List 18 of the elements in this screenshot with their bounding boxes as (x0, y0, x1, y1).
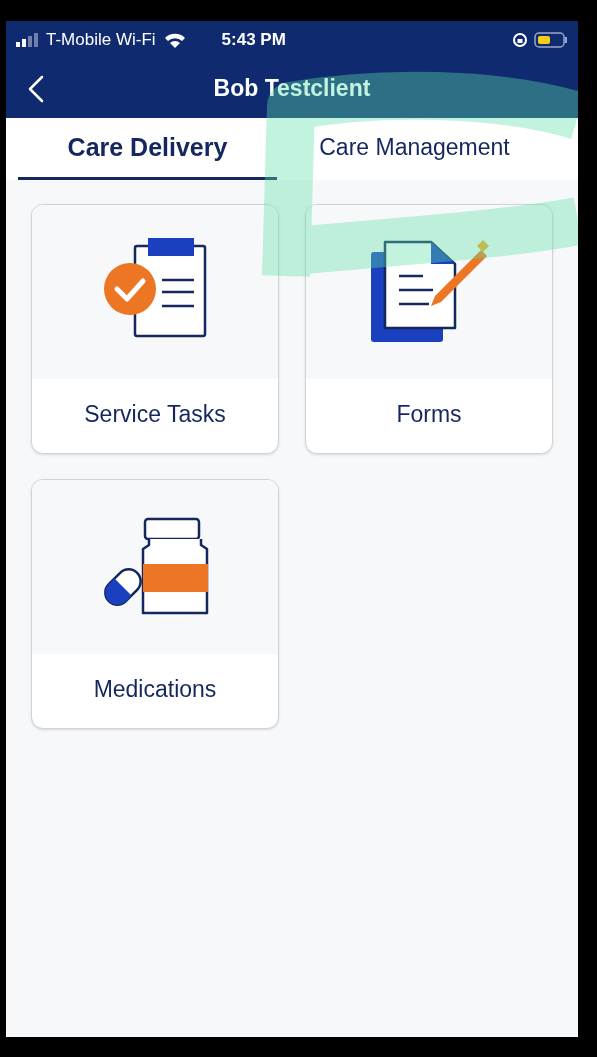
pill-bottle-icon (101, 517, 209, 617)
tile-label: Medications (93, 674, 217, 704)
client-name-title: Bob Testclient (213, 74, 371, 104)
tile-label: Service Tasks (84, 399, 226, 429)
rotation-lock-icon (512, 32, 528, 48)
battery-icon (534, 32, 568, 48)
feature-tile[interactable]: Service Tasks (31, 204, 279, 454)
feature-tile[interactable]: Medications (31, 479, 279, 729)
wifi-icon (163, 32, 186, 48)
tab[interactable]: Care Delivery (18, 118, 277, 180)
back-chevron-icon (28, 75, 44, 103)
back-button[interactable] (26, 74, 46, 104)
feature-tile[interactable]: Forms (305, 204, 553, 454)
carrier-name: T-Mobile Wi-Fi (46, 29, 156, 52)
document-pencil-icon (369, 240, 489, 344)
status-time: 5:43 PM (221, 29, 286, 52)
tile-label: Forms (396, 399, 462, 429)
tab[interactable]: Care Management (277, 118, 552, 180)
